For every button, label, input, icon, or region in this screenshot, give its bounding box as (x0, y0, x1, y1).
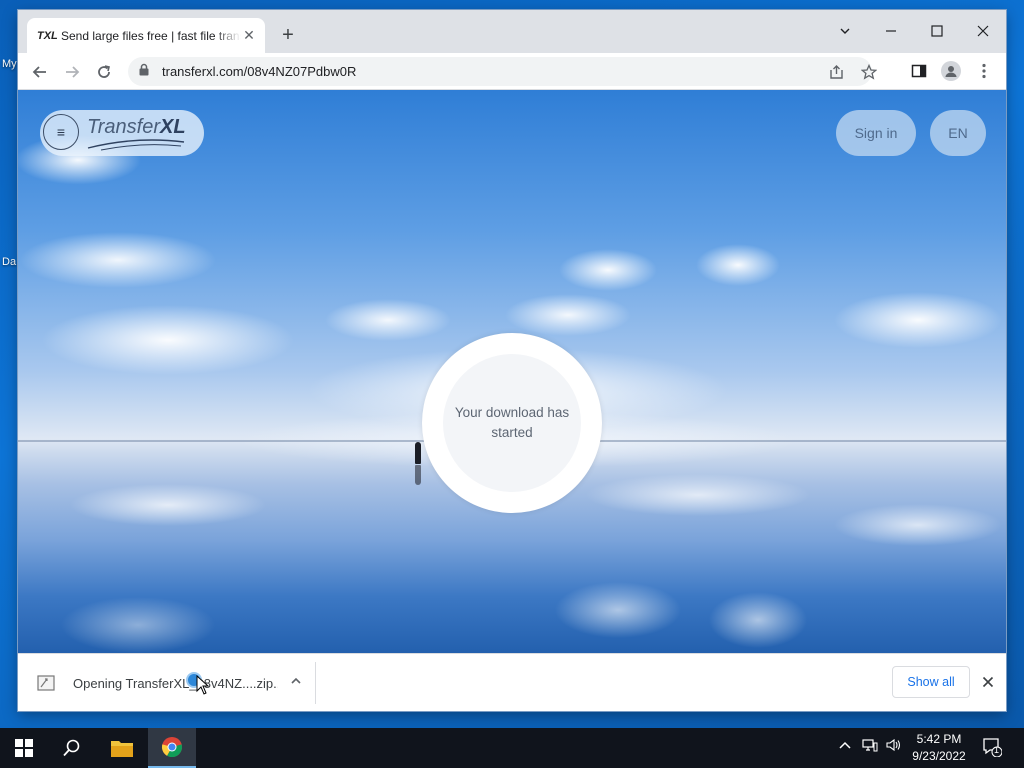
browser-toolbar: transferxl.com/08v4NZ07Pdbw0R (18, 53, 1006, 90)
notification-center-button[interactable]: 1 (982, 737, 1003, 760)
clock-time: 5:42 PM (916, 732, 962, 746)
side-panel-icon[interactable] (906, 58, 932, 84)
notification-count: 1 (994, 745, 1000, 755)
chevron-up-icon[interactable] (284, 674, 308, 692)
clock-date: 9/23/2022 (912, 749, 966, 763)
search-button[interactable] (48, 728, 96, 768)
transferxl-logo[interactable]: TransferXL (87, 116, 186, 139)
tab-title: Send large files free | fast file transf… (61, 28, 241, 43)
maximize-button[interactable] (914, 16, 960, 46)
close-window-button[interactable] (960, 16, 1006, 46)
forward-button[interactable] (59, 59, 85, 85)
forward-icon (66, 66, 80, 78)
profile-icon (941, 61, 961, 81)
hamburger-icon: ≡ (56, 124, 66, 140)
minimize-icon (886, 30, 896, 32)
hamburger-menu-button[interactable]: ≡ (43, 114, 79, 150)
share-icon[interactable] (824, 59, 850, 85)
logo-suffix: XL (159, 116, 186, 138)
mouse-cursor-icon (196, 675, 210, 695)
person-silhouette (415, 442, 421, 464)
header-logo-bar: ≡ TransferXL (40, 110, 204, 156)
start-button[interactable] (0, 728, 48, 768)
lock-icon[interactable] (138, 63, 158, 81)
browser-window: TXL Send large files free | fast file tr… (18, 10, 1006, 711)
maximize-icon (931, 25, 943, 37)
desktop-icon-label[interactable]: Da (2, 256, 16, 268)
back-button[interactable] (27, 59, 53, 85)
url-text[interactable]: transferxl.com/08v4NZ07Pdbw0R (162, 64, 356, 79)
bookmark-star-icon[interactable] (856, 59, 882, 85)
page-content: ≡ TransferXL Sign in EN Your download ha… (18, 90, 1006, 653)
person-reflection (415, 465, 421, 485)
download-item[interactable]: Opening TransferXL_08v4NZ....zip... (32, 664, 314, 702)
more-icon (982, 63, 986, 79)
network-icon[interactable] (862, 738, 878, 755)
shelf-divider (315, 662, 316, 704)
tab-search-button[interactable] (822, 16, 868, 46)
site-favicon: TXL (37, 29, 58, 42)
chrome-taskbar-button[interactable] (148, 728, 196, 768)
taskbar: 5:42 PM 9/23/2022 1 (0, 728, 1024, 768)
more-menu-button[interactable] (971, 58, 997, 84)
language-button[interactable]: EN (930, 110, 986, 156)
download-status-circle: Your download has started (422, 333, 602, 513)
tab-close-icon[interactable]: ✕ (241, 27, 257, 44)
tab-strip: TXL Send large files free | fast file tr… (18, 10, 1006, 53)
address-bar[interactable]: transferxl.com/08v4NZ07Pdbw0R (128, 57, 877, 86)
minimize-button[interactable] (868, 16, 914, 46)
new-tab-button[interactable]: + (277, 24, 299, 46)
download-item-label: Opening TransferXL_08v4NZ....zip... (73, 675, 278, 691)
sign-in-button[interactable]: Sign in (836, 110, 916, 156)
chevron-down-icon (840, 28, 850, 34)
volume-icon[interactable] (886, 738, 902, 755)
zip-file-icon (37, 673, 63, 693)
download-status-text: Your download has started (443, 354, 581, 492)
download-shelf: Opening TransferXL_08v4NZ....zip... Show… (18, 653, 1006, 711)
browser-tab[interactable]: TXL Send large files free | fast file tr… (27, 18, 265, 53)
close-icon (977, 25, 989, 37)
reload-icon (98, 65, 110, 78)
search-icon (63, 739, 80, 757)
system-clock[interactable]: 5:42 PM 9/23/2022 (906, 731, 972, 765)
show-all-button[interactable]: Show all (892, 666, 970, 698)
close-shelf-button[interactable] (976, 670, 1000, 694)
profile-button[interactable] (938, 58, 964, 84)
file-explorer-button[interactable] (98, 728, 146, 768)
reload-button[interactable] (91, 59, 117, 85)
close-icon (982, 676, 994, 688)
start-icon (15, 739, 33, 757)
logo-swoosh-icon (87, 139, 185, 151)
logo-prefix: Transfer (87, 116, 160, 138)
chrome-icon (161, 737, 183, 758)
back-icon (32, 66, 46, 78)
tray-chevron-up-icon[interactable] (838, 738, 852, 755)
file-explorer-icon (111, 741, 133, 757)
desktop-icon-label[interactable]: My (2, 58, 17, 70)
